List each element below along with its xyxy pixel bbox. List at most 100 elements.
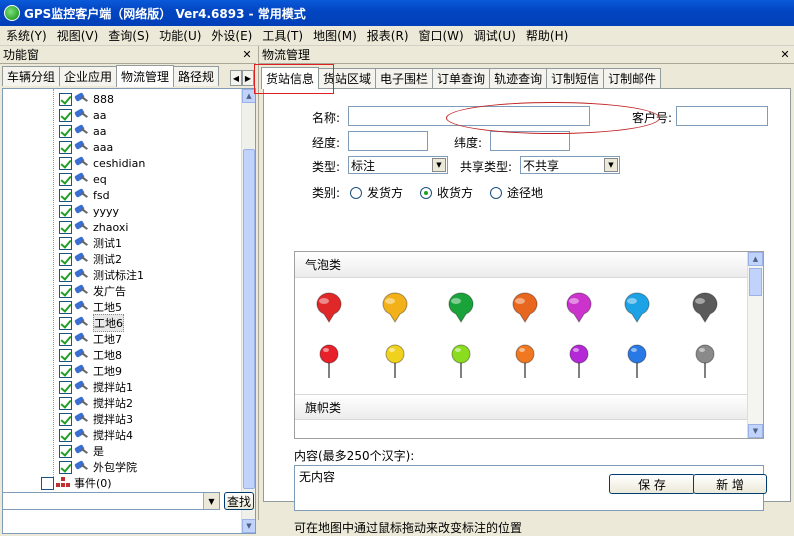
search-button[interactable]: 查找	[224, 492, 254, 510]
save-button[interactable]: 保 存	[609, 474, 695, 494]
checkbox[interactable]	[59, 140, 72, 154]
close-icon[interactable]: ✕	[779, 48, 791, 61]
tree-item[interactable]: 工地8	[59, 347, 122, 363]
balloon-marker-icon[interactable]	[313, 292, 345, 324]
checkbox[interactable]	[59, 380, 72, 394]
tree-item[interactable]: 工地9	[59, 363, 122, 379]
checkbox[interactable]	[59, 108, 72, 122]
menu-query[interactable]: 查询(S)	[104, 27, 155, 44]
radio-waypoint[interactable]: 途径地	[490, 184, 543, 201]
new-button[interactable]: 新 增	[693, 474, 767, 494]
tab-vehicle-group[interactable]: 车辆分组	[2, 66, 61, 86]
tree-item[interactable]: zhaoxi	[59, 219, 128, 235]
scroll-down-icon[interactable]: ▼	[748, 424, 763, 438]
balloon-marker-icon[interactable]	[563, 292, 595, 324]
checkbox[interactable]	[59, 316, 72, 330]
scroll-down-icon[interactable]: ▼	[242, 519, 255, 533]
checkbox[interactable]	[59, 236, 72, 250]
balloon-marker-icon[interactable]	[445, 292, 477, 324]
pin-marker-icon[interactable]	[451, 344, 471, 380]
tree-item[interactable]: 搅拌站3	[59, 411, 133, 427]
menu-window[interactable]: 窗口(W)	[415, 27, 470, 44]
checkbox[interactable]	[59, 220, 72, 234]
pin-marker-icon[interactable]	[515, 344, 535, 380]
checkbox[interactable]	[59, 428, 72, 442]
checkbox[interactable]	[59, 172, 72, 186]
tree-scrollbar[interactable]: ▲ ▼	[241, 89, 255, 533]
menu-system[interactable]: 系统(Y)	[2, 27, 53, 44]
scroll-up-icon[interactable]: ▲	[748, 252, 763, 266]
checkbox[interactable]	[59, 364, 72, 378]
checkbox[interactable]	[59, 460, 72, 474]
checkbox[interactable]	[59, 300, 72, 314]
radio-receiver-dot[interactable]	[420, 186, 432, 199]
menu-tools[interactable]: 工具(T)	[258, 27, 309, 44]
pin-marker-icon[interactable]	[627, 344, 647, 380]
tree-item[interactable]: 测试标注1	[59, 267, 144, 283]
checkbox[interactable]	[59, 204, 72, 218]
tree-item[interactable]: 工地5	[59, 299, 122, 315]
arrow-right-icon[interactable]: ▶	[242, 70, 254, 86]
tree-item[interactable]: aa	[59, 107, 106, 123]
type-select[interactable]: 标注 ▼	[348, 156, 448, 174]
menu-debug[interactable]: 调试(U)	[470, 27, 522, 44]
pin-marker-icon[interactable]	[695, 344, 715, 380]
scroll-thumb[interactable]	[749, 268, 762, 296]
pin-marker-icon[interactable]	[385, 344, 405, 380]
pin-marker-icon[interactable]	[569, 344, 589, 380]
tree-item-events[interactable]: 事件(0)	[41, 475, 112, 491]
checkbox[interactable]	[59, 92, 72, 106]
menu-peripheral[interactable]: 外设(E)	[207, 27, 258, 44]
tab-order-query[interactable]: 订单查询	[432, 68, 491, 88]
tree-item[interactable]: 工地7	[59, 331, 122, 347]
pin-marker-icon[interactable]	[319, 344, 339, 380]
close-icon[interactable]: ✕	[241, 48, 253, 61]
arrow-left-icon[interactable]: ◀	[230, 70, 242, 86]
radio-receiver[interactable]: 收货方	[420, 184, 473, 201]
tab-route-planning[interactable]: 路径规	[173, 66, 220, 86]
tab-logistics[interactable]: 物流管理	[116, 65, 175, 87]
tree-item[interactable]: 外包学院	[59, 459, 137, 475]
tab-geofence[interactable]: 电子围栏	[375, 68, 434, 88]
tab-custom-email[interactable]: 订制邮件	[603, 68, 662, 88]
checkbox[interactable]	[59, 444, 72, 458]
checkbox[interactable]	[59, 124, 72, 138]
search-combo[interactable]: ▼	[2, 492, 220, 510]
latitude-input[interactable]	[490, 131, 570, 151]
checkbox[interactable]	[59, 268, 72, 282]
radio-shipper[interactable]: 发货方	[350, 184, 403, 201]
checkbox[interactable]	[59, 396, 72, 410]
chevron-down-icon[interactable]: ▼	[432, 158, 446, 172]
tree-item[interactable]: 是	[59, 443, 104, 459]
checkbox[interactable]	[59, 188, 72, 202]
tab-station-info[interactable]: 货站信息	[254, 64, 334, 94]
checkbox[interactable]	[59, 284, 72, 298]
longitude-input[interactable]	[348, 131, 428, 151]
tree-item[interactable]: ceshidian	[59, 155, 145, 171]
checkbox[interactable]	[59, 348, 72, 362]
radio-waypoint-dot[interactable]	[490, 186, 502, 199]
tab-enterprise-app[interactable]: 企业应用	[59, 66, 118, 86]
tree-item[interactable]: 发广告	[59, 283, 126, 299]
balloon-marker-icon[interactable]	[509, 292, 541, 324]
tree-item[interactable]: aaa	[59, 139, 113, 155]
tab-track-query[interactable]: 轨迹查询	[489, 68, 548, 88]
checkbox[interactable]	[59, 156, 72, 170]
tree-item[interactable]: eq	[59, 171, 107, 187]
menu-report[interactable]: 报表(R)	[363, 27, 415, 44]
chevron-down-icon[interactable]: ▼	[203, 493, 219, 509]
menu-help[interactable]: 帮助(H)	[522, 27, 574, 44]
balloon-marker-icon[interactable]	[689, 292, 721, 324]
checkbox[interactable]	[59, 252, 72, 266]
scroll-thumb[interactable]	[243, 149, 255, 489]
tree-item[interactable]: 测试1	[59, 235, 122, 251]
tree-item[interactable]: 搅拌站1	[59, 379, 133, 395]
checkbox[interactable]	[59, 332, 72, 346]
checkbox[interactable]	[59, 412, 72, 426]
icon-picker-scrollbar[interactable]: ▲ ▼	[747, 252, 763, 438]
radio-shipper-dot[interactable]	[350, 186, 362, 199]
customer-no-input[interactable]	[676, 106, 768, 126]
tree-item[interactable]: fsd	[59, 187, 110, 203]
tree-item[interactable]: aa	[59, 123, 106, 139]
menu-function[interactable]: 功能(U)	[155, 27, 207, 44]
